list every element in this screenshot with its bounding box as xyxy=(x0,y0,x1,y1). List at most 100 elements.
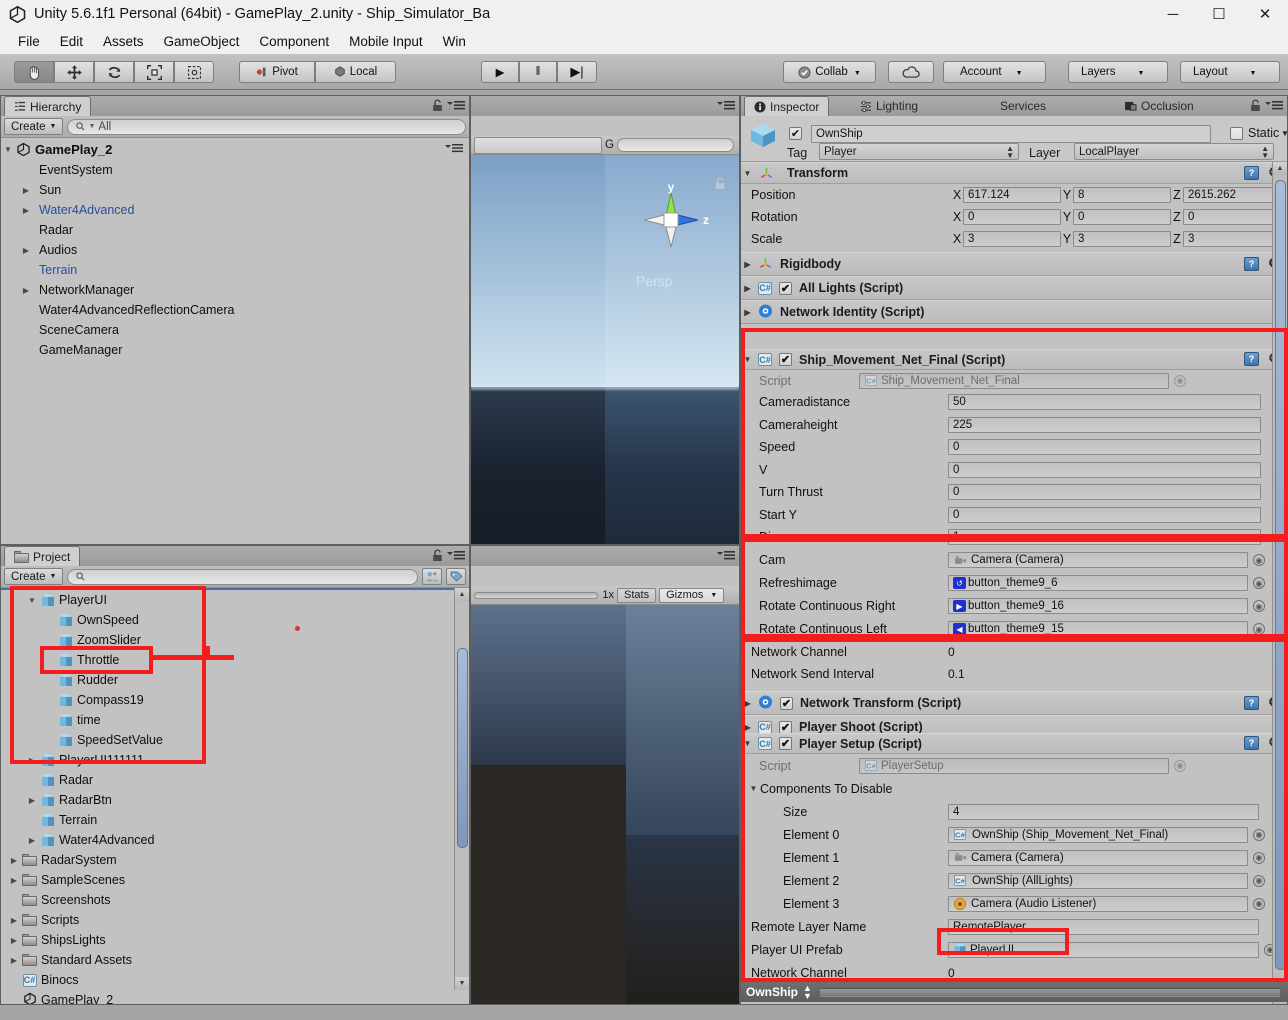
step-button[interactable]: ▶| xyxy=(557,61,597,83)
hierarchy-tree[interactable]: ▼ GamePlay_2 EventSystem ▶ Sun ▶ Water4Advan… xyxy=(1,138,469,544)
project-item[interactable]: ▶ SampleScenes xyxy=(1,870,469,890)
tab-hierarchy[interactable]: Hierarchy xyxy=(4,96,92,116)
object-picker-icon[interactable]: ◉ xyxy=(1174,759,1186,772)
scroll-down-arrow-icon[interactable]: ▼ xyxy=(455,977,469,990)
project-item[interactable]: Terrain xyxy=(1,810,469,830)
foldout-icon[interactable]: ▶ xyxy=(7,916,21,925)
object-picker-icon[interactable]: ◉ xyxy=(1253,554,1265,566)
hierarchy-item[interactable]: Radar xyxy=(1,220,469,240)
game-viewport[interactable] xyxy=(471,605,739,1004)
foldout-icon[interactable]: ▶ xyxy=(741,699,754,708)
layers-dropdown[interactable]: Layers ▼ xyxy=(1068,61,1168,83)
object-field-value[interactable]: ▶ button_theme9_16 xyxy=(948,598,1248,614)
project-search-input[interactable] xyxy=(67,568,418,585)
transform-z-input[interactable]: 2615.262 xyxy=(1183,187,1281,203)
move-tool-button[interactable] xyxy=(54,61,94,83)
maximize-button[interactable]: ☐ xyxy=(1196,0,1242,28)
menu-item-component[interactable]: Component xyxy=(249,34,339,49)
script-field-input[interactable]: 50 xyxy=(948,394,1261,411)
foldout-icon[interactable]: ▶ xyxy=(741,284,754,293)
component-header[interactable]: ▶Network Identity (Script)?⚙ xyxy=(741,256,1287,324)
foldout-icon[interactable]: ▼ xyxy=(741,355,754,364)
foldout-icon[interactable]: ▶ xyxy=(741,723,754,732)
object-picker-icon[interactable]: ◉ xyxy=(1253,577,1265,589)
hierarchy-item[interactable]: SceneCamera xyxy=(1,320,469,340)
project-item[interactable]: ▶ RadarSystem xyxy=(1,850,469,870)
script-field-input[interactable]: 0 xyxy=(948,439,1261,456)
scene-gizmo-lock-icon[interactable] xyxy=(714,177,726,193)
help-icon[interactable]: ? xyxy=(1244,736,1259,750)
foldout-icon[interactable]: ▶ xyxy=(7,856,21,865)
project-item[interactable]: ▶ RadarBtn xyxy=(1,790,469,810)
foldout-icon[interactable]: ▶ xyxy=(741,308,754,317)
foldout-icon[interactable]: ▶ xyxy=(19,286,33,295)
scene-draw-mode-dropdown[interactable] xyxy=(474,136,602,154)
transform-y-input[interactable]: 8 xyxy=(1073,187,1171,203)
object-picker-icon[interactable]: ◉ xyxy=(1253,623,1265,635)
help-icon[interactable]: ? xyxy=(1244,166,1259,180)
component-enabled-checkbox[interactable]: ✔ xyxy=(779,281,792,295)
foldout-icon[interactable]: ▶ xyxy=(7,876,21,885)
panel-menu-icon[interactable] xyxy=(447,100,465,114)
foldout-icon[interactable]: ▼ xyxy=(1,145,15,154)
foldout-icon[interactable]: ▶ xyxy=(19,206,33,215)
hierarchy-item[interactable]: ▶ Water4Advanced xyxy=(1,200,469,220)
scroll-up-arrow-icon[interactable]: ▲ xyxy=(455,588,469,601)
pivot-toggle-button[interactable]: Pivot xyxy=(239,61,315,83)
transform-x-input[interactable]: 617.124 xyxy=(963,187,1061,203)
tab-services[interactable]: Services xyxy=(991,96,1055,116)
lock-icon[interactable] xyxy=(432,549,443,565)
component-header[interactable]: ▶Rigidbody?⚙ xyxy=(741,252,1287,276)
tab-lighting[interactable]: Lighting xyxy=(851,96,927,116)
transform-x-input[interactable]: 0 xyxy=(963,209,1061,225)
scene-context-menu-icon[interactable] xyxy=(445,142,463,157)
script-field-input[interactable]: 0 xyxy=(948,506,1261,523)
object-picker-icon[interactable]: ◉ xyxy=(1253,874,1265,887)
hand-tool-button[interactable] xyxy=(14,61,54,83)
close-button[interactable]: ✕ xyxy=(1242,0,1288,28)
object-active-checkbox[interactable]: ✔ xyxy=(789,127,802,140)
project-item[interactable]: ZoomSlider xyxy=(1,630,469,650)
layout-dropdown[interactable]: Layout ▼ xyxy=(1180,61,1280,83)
project-item[interactable]: time xyxy=(1,710,469,730)
foldout-icon[interactable]: ▼ xyxy=(741,739,754,748)
project-item[interactable]: Radar xyxy=(1,770,469,790)
cloud-button[interactable] xyxy=(888,61,934,83)
object-picker-icon[interactable]: ◉ xyxy=(1253,600,1265,612)
project-item[interactable]: GamePlay_2 xyxy=(1,990,469,1004)
filter-by-label-icon[interactable] xyxy=(446,568,466,585)
script-field-input[interactable]: 1 xyxy=(948,529,1261,546)
local-toggle-button[interactable]: Local xyxy=(315,61,396,83)
lock-icon[interactable] xyxy=(1250,99,1261,115)
script-field-input[interactable]: 225 xyxy=(948,416,1261,433)
hierarchy-item[interactable]: ▶ Sun xyxy=(1,180,469,200)
object-name-input[interactable]: OwnShip xyxy=(811,125,1211,143)
project-item[interactable]: ▶ PlayerUI111111 xyxy=(1,750,469,770)
menu-item-window[interactable]: Win xyxy=(433,34,476,49)
project-scrollbar[interactable]: ▲ ▼ xyxy=(454,588,469,990)
object-field-value[interactable]: ◀ button_theme9_15 xyxy=(948,621,1248,637)
script-field-input[interactable]: 0 xyxy=(948,461,1261,478)
project-item[interactable]: ▶ Scripts xyxy=(1,910,469,930)
scene-persp-label[interactable]: Persp xyxy=(636,273,673,289)
game-scale-slider[interactable] xyxy=(474,591,599,599)
project-item[interactable]: Screenshots xyxy=(1,890,469,910)
ship-movement-header[interactable]: ▼ C# ✔ Ship_Movement_Net_Final (Script) … xyxy=(741,349,1287,370)
array-element-value[interactable]: Camera (Audio Listener) xyxy=(948,895,1248,912)
object-picker-icon[interactable]: ◉ xyxy=(1174,374,1186,387)
tab-occlusion[interactable]: Occlusion xyxy=(1116,96,1203,116)
help-icon[interactable]: ? xyxy=(1244,257,1259,271)
help-icon[interactable]: ? xyxy=(1244,352,1259,366)
menu-item-edit[interactable]: Edit xyxy=(50,34,93,49)
scene-viewport[interactable]: y z Persp xyxy=(471,155,739,544)
project-scroll-thumb[interactable] xyxy=(457,648,468,848)
tab-inspector[interactable]: Inspector xyxy=(744,96,830,116)
filter-by-type-icon[interactable] xyxy=(422,568,442,585)
project-item[interactable]: ▶ Water4Advanced xyxy=(1,830,469,850)
help-icon[interactable]: ? xyxy=(1244,696,1259,710)
script-field-input[interactable]: 0 xyxy=(948,484,1261,501)
player-setup-enabled-checkbox[interactable]: ✔ xyxy=(779,737,792,750)
project-item[interactable]: ▶ ShipsLights xyxy=(1,930,469,950)
project-item[interactable]: C# Binocs xyxy=(1,970,469,990)
ship-movement-enabled-checkbox[interactable]: ✔ xyxy=(779,353,792,366)
